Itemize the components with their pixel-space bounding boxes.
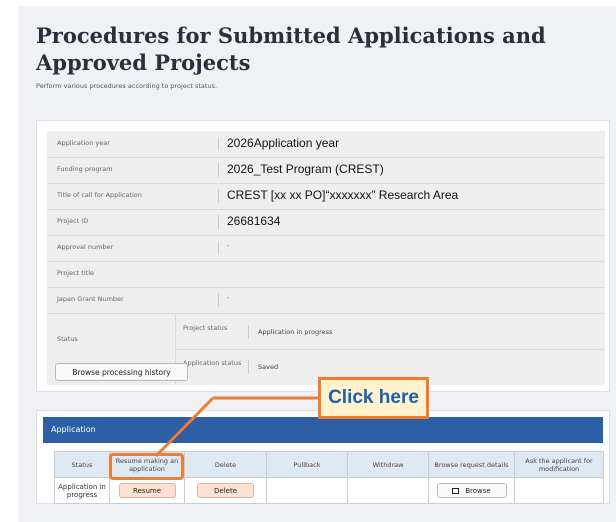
divider [218, 215, 219, 229]
info-label: Project ID [57, 217, 89, 225]
column-header-ask-modification: Ask the applicant for modification [514, 451, 604, 478]
application-header-title: Application [51, 425, 96, 434]
info-row-approval-number: Approval number - [47, 235, 605, 262]
browse-button[interactable]: Browse [436, 483, 507, 498]
callout-box: Click here [318, 377, 429, 419]
info-value: 2026_Test Program (CREST) [227, 162, 384, 176]
info-label: Title of call for Application [57, 191, 142, 199]
info-label: Funding program [57, 165, 113, 173]
info-row-project-id: Project ID 26681634 [47, 209, 605, 236]
info-value: - [227, 243, 230, 250]
delete-button[interactable]: Delete [197, 483, 254, 498]
project-info-card: Application year 2026Application year Fu… [36, 120, 610, 392]
status-block: Status Project status Application in pro… [47, 314, 605, 384]
callout-text: Click here [328, 387, 419, 408]
project-info-panel: Application year 2026Application year Fu… [47, 131, 605, 385]
info-label: Japan Grant Number [57, 295, 124, 303]
pullback-cell [266, 477, 348, 504]
browse-button-label: Browse [465, 487, 491, 495]
project-status-label: Project status [183, 324, 228, 332]
divider [218, 241, 219, 255]
delete-cell: Delete [184, 477, 267, 504]
page-title: Procedures for Submitted Applications an… [36, 23, 546, 75]
info-value: CREST [xx xx PO]“xxxxxxx” Research Area [227, 188, 459, 202]
ask-modification-cell [514, 477, 604, 504]
project-status-value: Application in progress [258, 328, 333, 336]
info-value: 26681634 [227, 214, 281, 228]
info-label: Project title [57, 269, 95, 277]
resume-highlight-box [109, 453, 184, 480]
page-subtitle: Perform various procedures according to … [36, 82, 218, 90]
divider [176, 349, 605, 350]
table-row: Application in progress Resume Delete Br… [54, 477, 604, 504]
column-header-delete: Delete [184, 451, 267, 478]
column-header-status: Status [54, 451, 110, 478]
info-value: 2026Application year [227, 136, 340, 150]
info-row-funding-program: Funding program 2026_Test Program (CREST… [47, 157, 605, 184]
divider [218, 163, 219, 177]
application-header: Application [43, 417, 603, 443]
application-status-label: Application status [183, 359, 242, 367]
application-status-value: Saved [258, 363, 279, 371]
browse-history-button[interactable]: Browse processing history [55, 363, 188, 381]
info-label: Application year [57, 139, 110, 147]
divider [218, 137, 219, 151]
column-header-withdraw: Withdraw [347, 451, 429, 478]
divider [218, 189, 219, 203]
withdraw-cell [347, 477, 429, 504]
info-row-project-title: Project title [47, 261, 605, 288]
info-value: - [227, 295, 230, 302]
divider [248, 325, 249, 339]
column-header-pullback: Pullback [266, 451, 348, 478]
resume-button[interactable]: Resume [118, 483, 176, 498]
status-label: Status [57, 335, 78, 343]
info-label: Approval number [57, 243, 114, 251]
column-header-browse-details: Browse request details [428, 451, 515, 478]
divider [218, 293, 219, 307]
status-cell: Application in progress [54, 477, 110, 504]
divider [248, 360, 249, 374]
resume-cell: Resume [109, 477, 185, 504]
info-row-application-year: Application year 2026Application year [47, 131, 605, 158]
window-icon [452, 488, 460, 494]
info-row-japan-grant-number: Japan Grant Number - [47, 287, 605, 314]
browse-cell: Browse [428, 477, 515, 504]
info-row-call-title: Title of call for Application CREST [xx … [47, 183, 605, 210]
